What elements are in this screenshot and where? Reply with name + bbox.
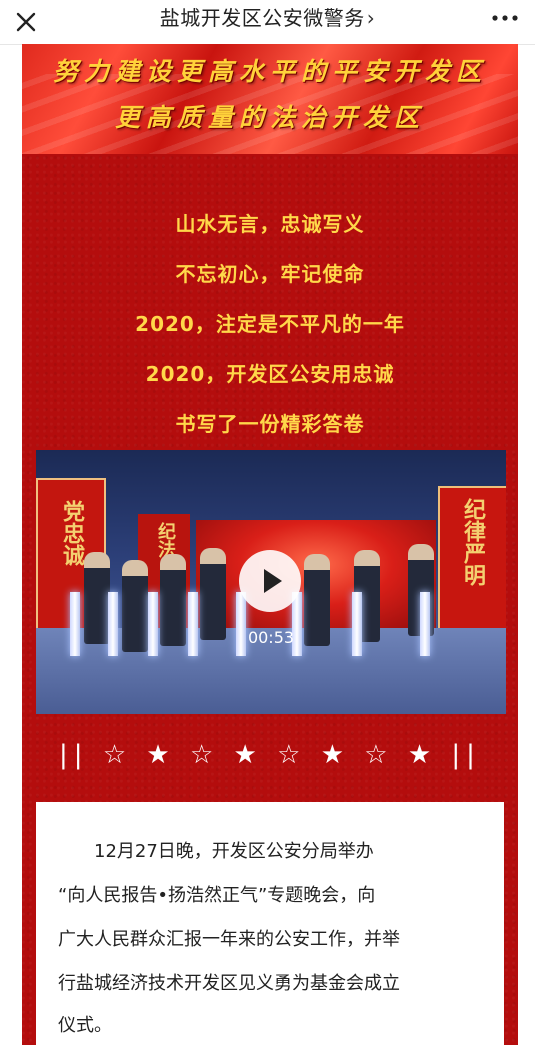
star-divider: || ☆ ★ ☆ ★ ☆ ★ ☆ ★ || [59,740,481,770]
article-line-4: 行盐城经济技术开发区见义勇为基金会成立 [58,973,400,994]
poem-line-5: 书写了一份精彩答卷 [175,412,365,436]
poem-line-2: 不忘初心，牢记使命 [175,262,365,286]
banner-line-1: 努力建设更高水平的平安开发区 [52,57,487,86]
panel-left-text: 党忠诚 [59,500,85,566]
article-line-2: “向人民报告•扬浩然正气”专题晚会，向 [58,885,376,906]
video-player[interactable]: 党忠诚 纪法 纪律严明 00:53 [36,450,506,714]
panel-mid-text: 纪法 [155,522,176,558]
article-line-5: 仪式。 [58,1015,112,1036]
stage-person [200,548,226,640]
article-line-1: 12月27日晚，开发区公安分局举办 [94,841,374,862]
more-icon[interactable] [489,6,521,30]
header-banner: 努力建设更高水平的平安开发区 更高质量的法治开发区 [22,44,518,154]
chevron-right-icon: › [366,6,376,30]
stage-panel-right: 纪律严明 [438,486,506,640]
banner-line-2: 更高质量的法治开发区 [114,103,425,132]
page-title[interactable]: 盐城开发区公安微警务 › [0,0,535,44]
poem-line-3: 2020，注定是不平凡的一年 [135,312,405,336]
poem-line-4: 2020，开发区公安用忠诚 [145,362,395,386]
top-nav-bar: 盐城开发区公安微警务 › [0,0,535,45]
article-line-3: 广大人民群众汇报一年来的公安工作，并举 [58,929,400,950]
poem-line-1: 山水无言，忠诚写义 [175,212,365,236]
play-icon[interactable] [239,550,301,612]
panel-right-text: 纪律严明 [460,498,486,586]
video-duration: 00:53 [247,628,295,647]
nav-title-text: 盐城开发区公安微警务 [159,6,365,30]
article-page: 努力建设更高水平的平安开发区 更高质量的法治开发区 山水无言，忠诚写义 不忘初心… [22,44,518,1045]
